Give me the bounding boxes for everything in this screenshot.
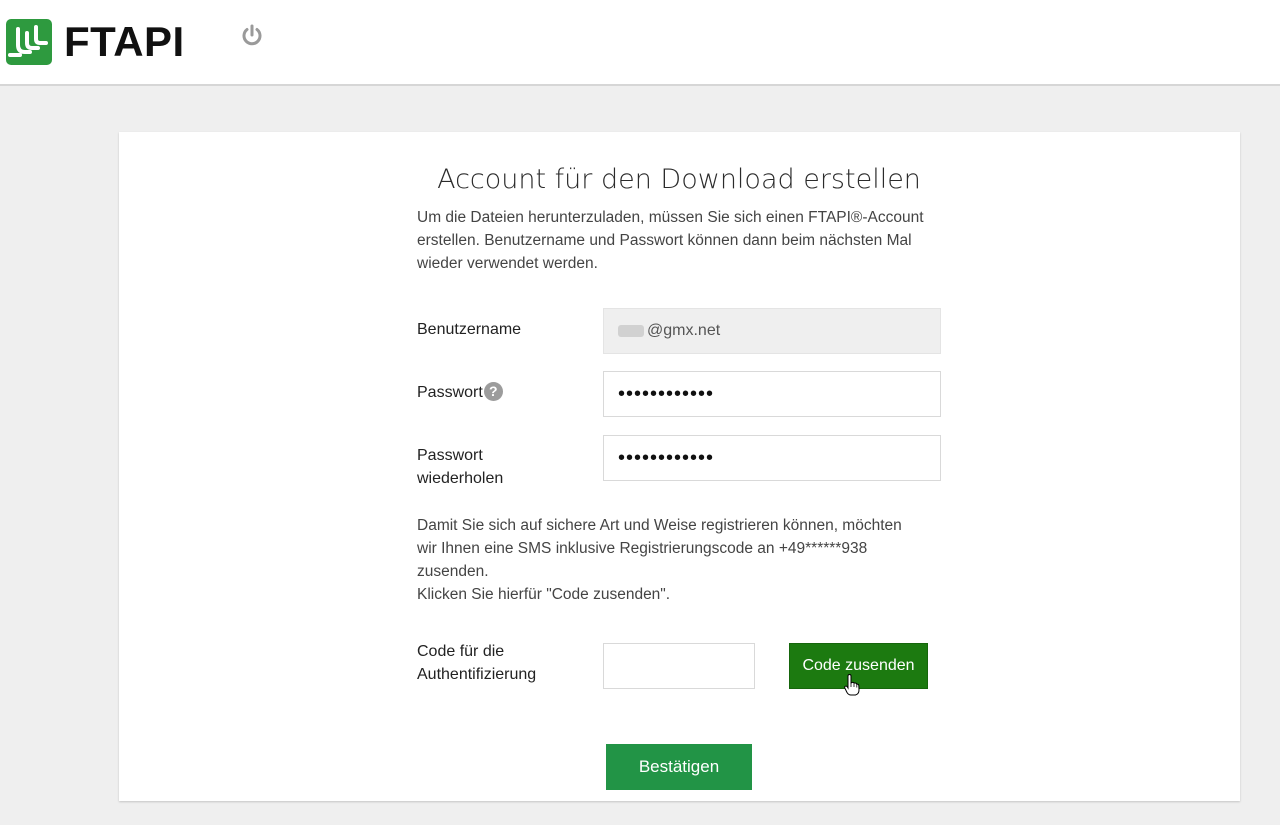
send-code-button[interactable]: Code zusenden (789, 643, 928, 689)
username-value: @gmx.net (647, 322, 721, 339)
code-label-line: Authentifizierung (417, 666, 537, 683)
password-repeat-label-line: Passwort (417, 447, 483, 464)
sms-info-line: Damit Sie sich auf sichere Art und Weise… (417, 517, 902, 534)
logo-mark-icon (6, 19, 52, 65)
intro-line: wieder verwendet werden. (417, 255, 598, 272)
power-icon[interactable] (239, 23, 265, 49)
password-repeat-label-line: wiederholen (417, 470, 504, 487)
intro-text: Um die Dateien herunterzuladen, müssen S… (417, 206, 947, 275)
code-label: Code für die Authentifizierung (417, 640, 536, 686)
ftapi-logo[interactable]: FTAPI (6, 19, 185, 65)
sms-info-line: Klicken Sie hierfür "Code zusenden". (417, 586, 671, 603)
password-repeat-field[interactable]: •••••••••••• (603, 435, 941, 481)
page-title: Account für den Download erstellen (437, 164, 921, 195)
intro-line: erstellen. Benutzername und Passwort kön… (417, 232, 912, 249)
intro-line: Um die Dateien herunterzuladen, müssen S… (417, 209, 924, 226)
password-label-wrap: Passwort? (417, 381, 503, 404)
confirm-button[interactable]: Bestätigen (606, 744, 752, 790)
password-field[interactable]: •••••••••••• (603, 371, 941, 417)
code-input[interactable] (603, 643, 755, 689)
username-label: Benutzername (417, 321, 522, 338)
logo-text: FTAPI (64, 18, 185, 65)
sms-info-line: zusenden. (417, 563, 489, 580)
sms-info-line: wir Ihnen eine SMS inklusive Registrieru… (417, 540, 868, 557)
top-bar: FTAPI (0, 0, 1280, 86)
help-icon[interactable]: ? (483, 382, 503, 401)
username-blur (618, 325, 644, 337)
sms-info-text: Damit Sie sich auf sichere Art und Weise… (417, 514, 947, 606)
password-repeat-label: Passwort wiederholen (417, 444, 503, 490)
password-label: Passwort (417, 384, 483, 401)
username-field: @gmx.net (603, 308, 941, 354)
code-label-line: Code für die (417, 643, 505, 660)
